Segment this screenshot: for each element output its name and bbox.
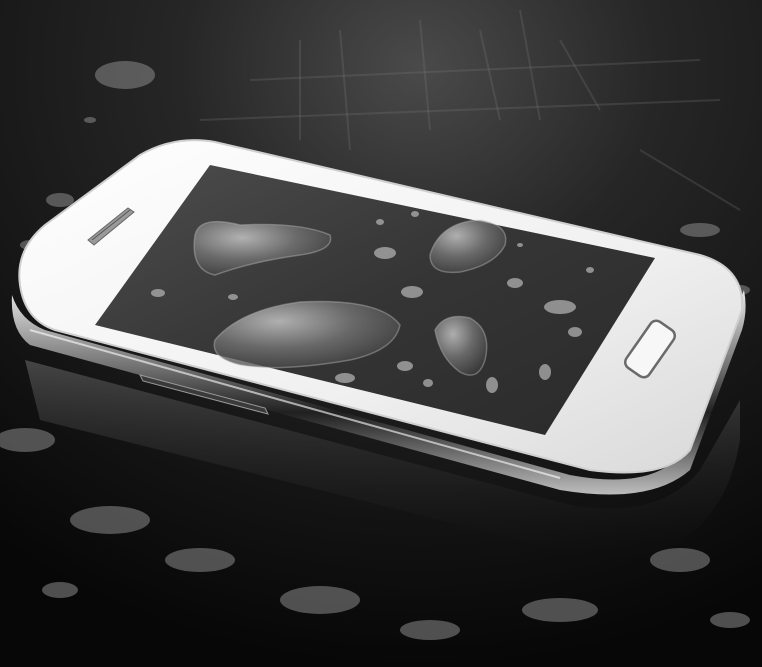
photo-scene [0, 0, 762, 667]
photo-canvas [0, 0, 762, 667]
